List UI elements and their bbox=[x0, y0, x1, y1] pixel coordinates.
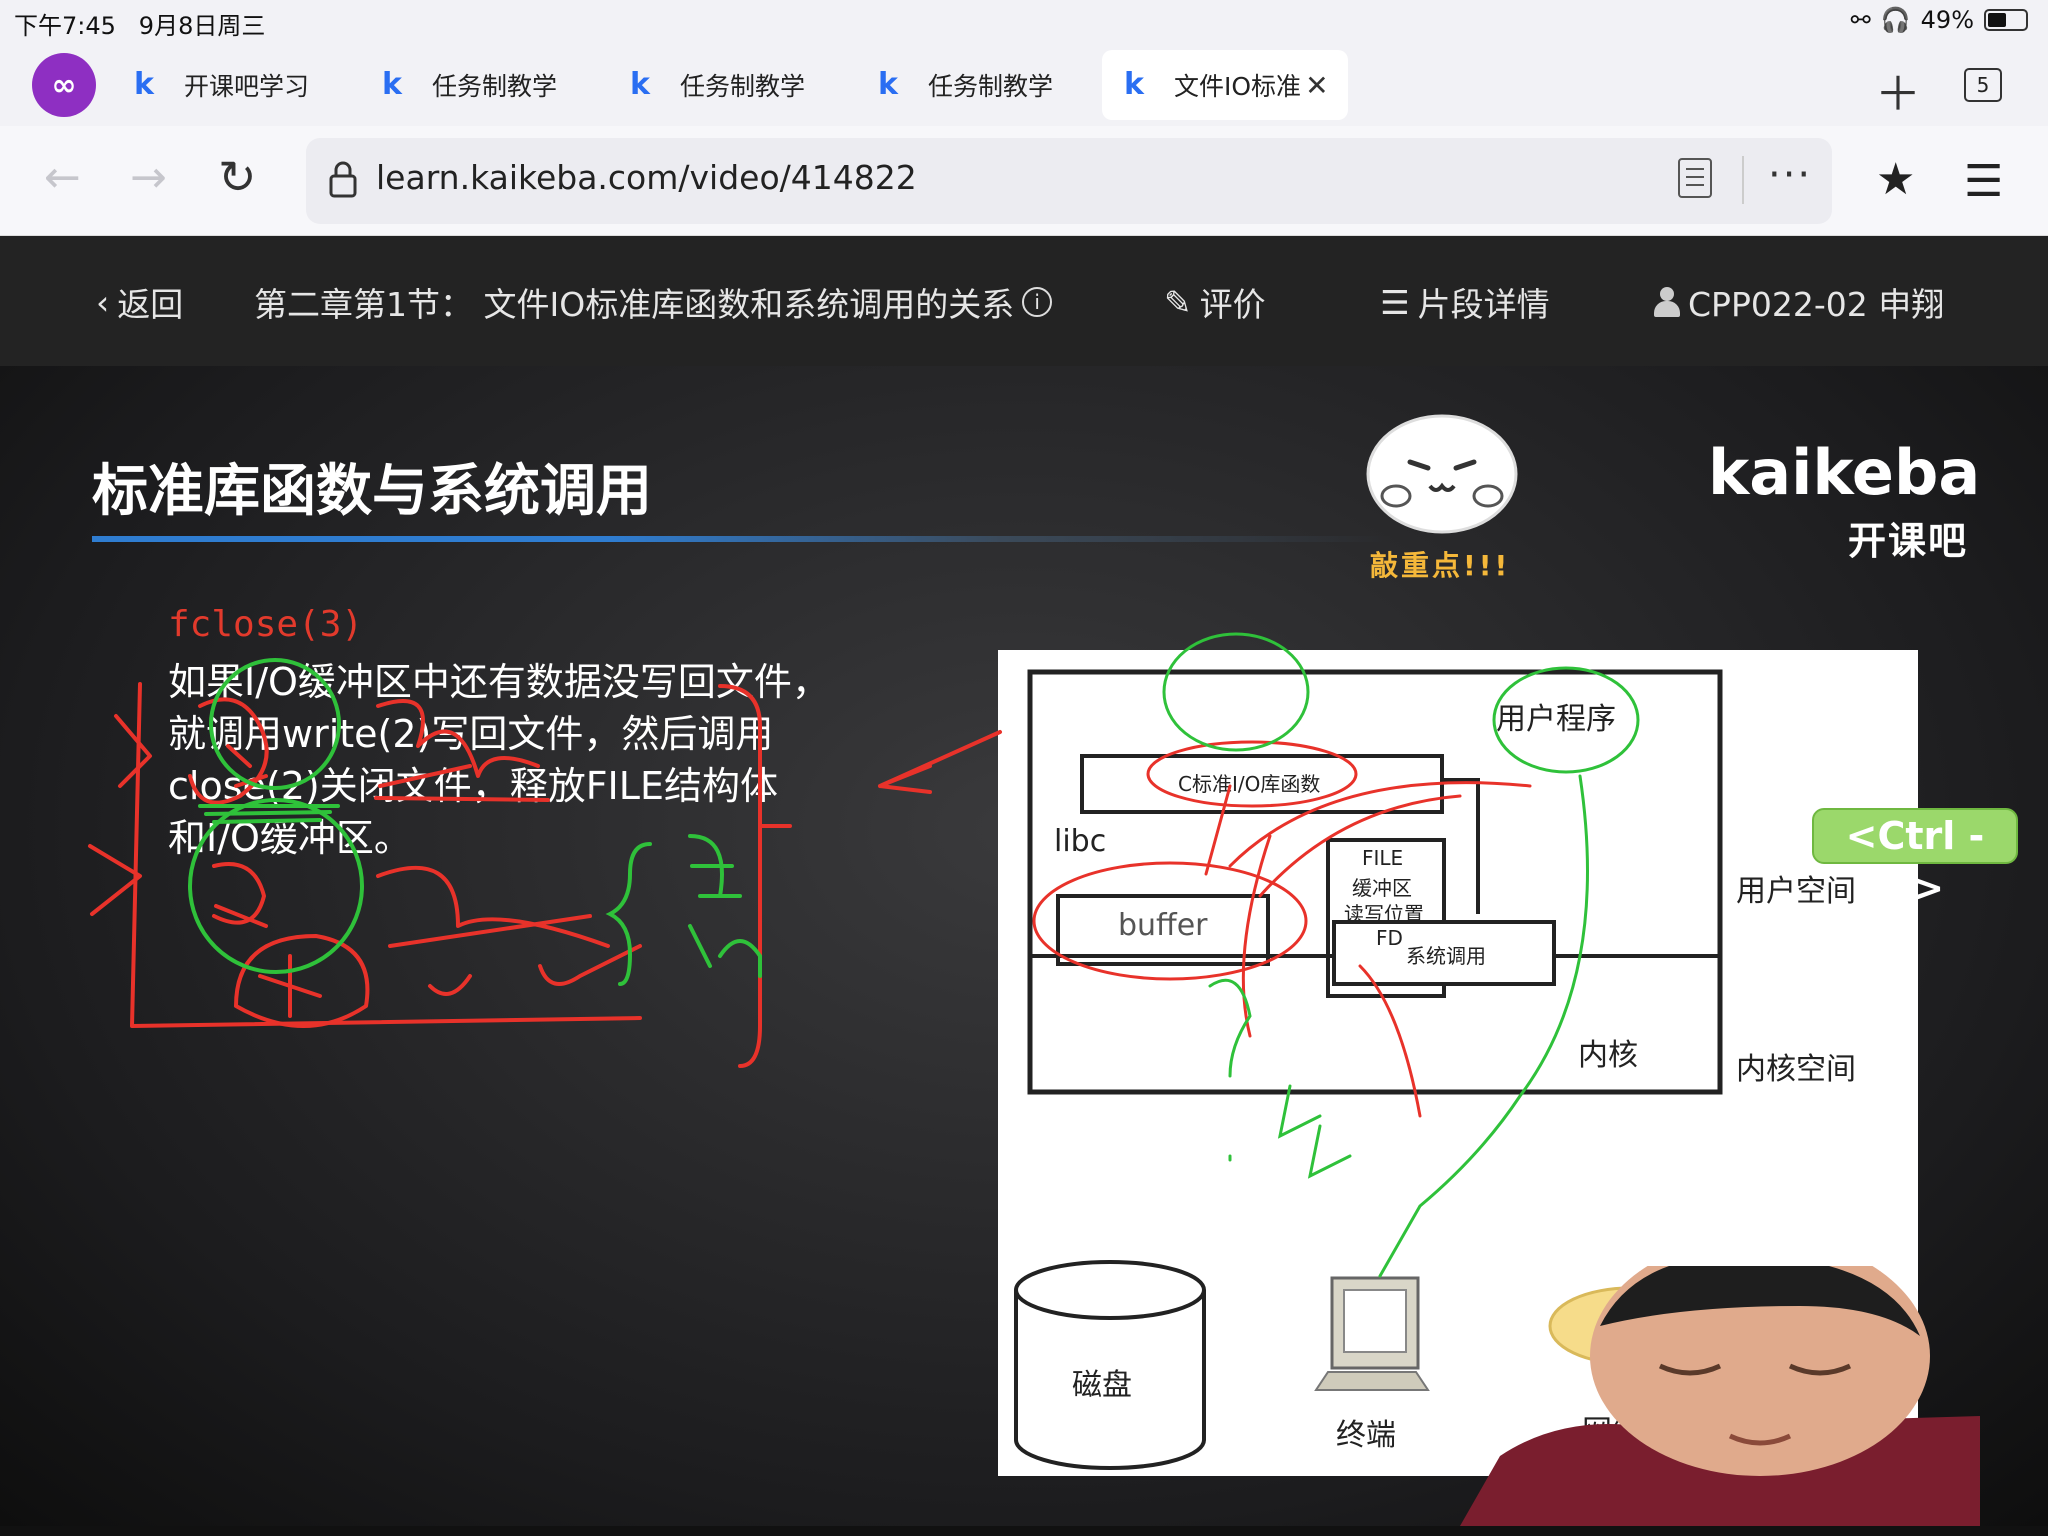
fclose-description: 如果I/O缓冲区中还有数据没写回文件， 就调用write(2)写回文件，然后调用… bbox=[168, 656, 928, 864]
video-player[interactable]: 标准库函数与系统调用 敲重点!!! kaikeba 开课吧 fclose(3) … bbox=[0, 366, 2048, 1526]
presenter-webcam bbox=[1460, 1266, 1980, 1526]
tab-4[interactable]: k 任务制教学 bbox=[856, 50, 1053, 120]
status-bar: 下午7:45 9月8日周三 ⚯ 🎧 49% bbox=[0, 0, 2048, 44]
private-mode-mask-icon[interactable]: ∞ bbox=[32, 53, 96, 117]
forward-arrow-icon[interactable]: → bbox=[130, 152, 167, 203]
url-text: learn.kaikeba.com/video/414822 bbox=[376, 158, 917, 197]
review-button[interactable]: ✎ 评价 bbox=[1164, 278, 1266, 326]
segments-button[interactable]: ☰ 片段详情 bbox=[1380, 278, 1550, 326]
lesson-title: 第二章第1节： 文件IO标准库函数和系统调用的关系 i bbox=[254, 278, 1053, 326]
headphones-icon: 🎧 bbox=[1880, 6, 1911, 34]
kaikeba-k-icon: k bbox=[1124, 67, 1144, 102]
kaikeba-k-icon: k bbox=[134, 67, 154, 102]
address-bar[interactable]: learn.kaikeba.com/video/414822 ··· bbox=[306, 138, 1832, 224]
hamburger-menu-icon[interactable]: ☰ bbox=[1964, 156, 2003, 207]
more-options-icon[interactable]: ··· bbox=[1768, 152, 1812, 198]
bookmark-star-icon[interactable]: ★ bbox=[1876, 154, 1915, 205]
bottom-strip bbox=[0, 1526, 2048, 1536]
label-rw-position: 读写位置 bbox=[1344, 902, 1424, 926]
desc-line: 如果I/O缓冲区中还有数据没写回文件， bbox=[168, 660, 830, 704]
kaikeba-k-icon: k bbox=[382, 67, 402, 102]
chevron-left-icon: ‹ bbox=[96, 282, 110, 322]
back-arrow-icon[interactable]: ← bbox=[44, 152, 81, 203]
link-icon: ⚯ bbox=[1850, 6, 1871, 34]
tab-2[interactable]: k 任务制教学 bbox=[360, 50, 557, 120]
navigation-bar: ← → ↻ learn.kaikeba.com/video/414822 ···… bbox=[0, 126, 2048, 236]
title-underline bbox=[92, 536, 1392, 542]
lesson-title-text: 第二章第1节： 文件IO标准库函数和系统调用的关系 bbox=[254, 285, 1015, 324]
back-button[interactable]: ‹ 返回 bbox=[96, 278, 183, 326]
status-right: ⚯ 🎧 49% bbox=[1851, 6, 2028, 34]
label-terminal: 终端 bbox=[1336, 1418, 1396, 1453]
label-user-space: 用户空间 bbox=[1736, 874, 1856, 909]
user-icon bbox=[1654, 287, 1680, 317]
tab-label: 文件IO标准 bbox=[1174, 72, 1302, 101]
kaikeba-k-icon: k bbox=[878, 67, 898, 102]
video-header: ‹ 返回 第二章第1节： 文件IO标准库函数和系统调用的关系 i ✎ 评价 ☰ … bbox=[0, 236, 2048, 366]
label-buffer-area: 缓冲区 bbox=[1352, 876, 1412, 900]
tab-count-button[interactable]: 5 bbox=[1964, 68, 2002, 102]
new-tab-button[interactable]: ＋ bbox=[1875, 58, 1921, 124]
label-libc: libc bbox=[1054, 824, 1107, 859]
desc-line: 就调用write(2)写回文件，然后调用 bbox=[168, 712, 774, 756]
edit-icon: ✎ bbox=[1164, 282, 1192, 322]
tab-bar: ∞ k 开课吧学习 k 任务制教学 k 任务制教学 k 任务制教学 k 文件IO… bbox=[0, 44, 2048, 126]
back-label: 返回 bbox=[117, 285, 184, 324]
review-label: 评价 bbox=[1199, 285, 1266, 324]
shortcut-badge: <Ctrl - 2> bbox=[1812, 808, 2018, 910]
fclose-heading: fclose(3) bbox=[168, 604, 364, 645]
label-disk: 磁盘 bbox=[1072, 1368, 1132, 1403]
user-account[interactable]: CPP022-02 申翔 bbox=[1654, 278, 1944, 326]
user-name: CPP022-02 申翔 bbox=[1688, 285, 1945, 324]
label-syscall: 系统调用 bbox=[1406, 944, 1486, 968]
label-buffer: buffer bbox=[1118, 908, 1208, 943]
reload-icon[interactable]: ↻ bbox=[218, 150, 257, 204]
tab-label: 任务制教学 bbox=[680, 72, 806, 101]
label-file: FILE bbox=[1362, 846, 1404, 870]
label-fd: FD bbox=[1376, 926, 1403, 950]
kaikeba-k-icon: k bbox=[630, 67, 650, 102]
tab-label: 任务制教学 bbox=[432, 72, 558, 101]
battery-icon bbox=[1984, 9, 2028, 31]
tab-label: 开课吧学习 bbox=[184, 72, 310, 101]
label-c-stdio: C标准I/O库函数 bbox=[1178, 772, 1321, 796]
mascot-caption: 敲重点!!! bbox=[1370, 549, 1511, 582]
label-kernel: 内核 bbox=[1578, 1038, 1638, 1073]
address-separator bbox=[1742, 156, 1744, 204]
brand-logo: kaikeba bbox=[1708, 436, 1981, 509]
close-tab-icon[interactable]: ✕ bbox=[1305, 69, 1328, 102]
brand-subtitle: 开课吧 bbox=[1848, 519, 1969, 563]
tab-1[interactable]: k 开课吧学习 bbox=[112, 50, 309, 120]
mascot-sticker-icon bbox=[1366, 414, 1518, 534]
lock-icon bbox=[329, 161, 357, 198]
segments-label: 片段详情 bbox=[1417, 285, 1550, 324]
reader-mode-icon[interactable] bbox=[1678, 158, 1712, 198]
tab-3[interactable]: k 任务制教学 bbox=[608, 50, 805, 120]
status-time: 下午7:45 9月8日周三 bbox=[14, 12, 266, 40]
desc-line: close(2)关闭文件，释放FILE结构体 bbox=[168, 764, 778, 808]
list-icon: ☰ bbox=[1380, 282, 1410, 322]
tab-label: 任务制教学 bbox=[928, 72, 1054, 101]
desc-line: 和I/O缓冲区。 bbox=[168, 816, 412, 860]
label-user-program: 用户程序 bbox=[1496, 702, 1616, 737]
label-kernel-space: 内核空间 bbox=[1736, 1052, 1856, 1087]
slide-title: 标准库函数与系统调用 bbox=[92, 459, 652, 524]
tab-5-active[interactable]: k 文件IO标准 ✕ bbox=[1102, 50, 1348, 120]
info-icon[interactable]: i bbox=[1022, 287, 1053, 317]
battery-percent: 49% bbox=[1920, 6, 1974, 34]
